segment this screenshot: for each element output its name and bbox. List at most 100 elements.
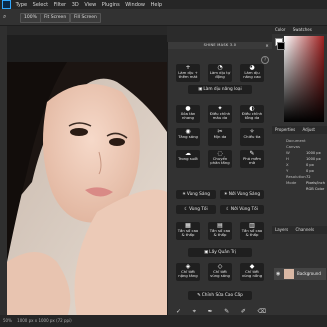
prop-value[interactable]: 72 Pixels/Inch (306, 174, 327, 186)
tile-min-da[interactable]: ✂ Mịn da (208, 128, 232, 146)
wide-button-chinh-sua-cao-cap[interactable]: ✎Chỉnh Sửa Cao Cấp (188, 291, 252, 300)
menu-item-select[interactable]: Select (33, 2, 48, 8)
layer-name[interactable]: Background (297, 268, 321, 280)
status-bar: 50% 1000 px x 1000 px (72 ppi) (0, 315, 327, 327)
tile-label: Chỉ tiết nặng tăng (178, 269, 198, 279)
tile-label: Làm dịu + thêm mát (178, 70, 198, 80)
menu-item-3d[interactable]: 3D (72, 2, 79, 8)
tile-label: Chuyển phân tầng (210, 156, 230, 166)
tab-channels[interactable]: Channels (293, 227, 318, 232)
tile-pha-mem-mo[interactable]: ✎ Phá mềm mờ (240, 150, 264, 168)
tile-label: Tần số cao & thấp (177, 228, 199, 238)
background-color-swatch[interactable] (277, 42, 285, 50)
menu-item-filter[interactable]: Filter (54, 2, 66, 8)
sun-plus-icon: ☀ (223, 192, 228, 197)
tile-label: Điều chỉnh màu da (209, 111, 231, 121)
properties-panel-header: Properties Adjust (272, 126, 327, 134)
tile-lam-diu-them-mat[interactable]: + Làm dịu + thêm mát (176, 64, 200, 82)
zoom-value-button[interactable]: 100% (20, 13, 41, 23)
color-panel-header: Color Swatches (272, 26, 327, 34)
tile-chieu-tia[interactable]: ✧ Chiếu tia (240, 128, 264, 146)
menu-bar: Type Select Filter 3D View Plugins Windo… (0, 0, 327, 9)
wide-button-label: Nới Vùng Tối (230, 207, 258, 212)
shine-mask-panel: SHINE MASK 3.0 ✕ ? + Làm dịu + thêm mát … (167, 42, 273, 327)
stack-icon: ▣ (204, 250, 209, 255)
tile-label: Tần số cao & thấp (241, 228, 263, 238)
wide-button-noi-vung-toi[interactable]: ☾Nới Vùng Tối (220, 205, 264, 214)
moon-plus-icon: ☾ (226, 207, 230, 212)
tab-layers[interactable]: Layers (272, 227, 291, 232)
status-doc-info: 1000 px x 1000 px (72 ppi) (17, 318, 72, 323)
tile-lam-diu-nang-cao[interactable]: ◕ Làm dịu nâng cao (240, 64, 264, 82)
tile-chi-tiet-1[interactable]: ◈ Chỉ tiết nặng tăng (176, 263, 200, 281)
menu-item-type[interactable]: Type (16, 2, 27, 8)
layers-icon: ▣ (198, 87, 203, 92)
layer-thumbnail (284, 269, 294, 279)
tab-adjust[interactable]: Adjust (300, 127, 319, 132)
tile-chi-tiet-3[interactable]: ◆ Chỉ tiết vùng nông (240, 263, 264, 281)
layer-row-background[interactable]: ◉ Background (274, 268, 326, 280)
tab-properties[interactable]: Properties (272, 127, 298, 132)
status-zoom[interactable]: 50% (3, 318, 12, 323)
layers-panel-header: Layers Channels (272, 226, 327, 234)
tile-xoa-tan-nhang[interactable]: ● Xóa tàn nhang (176, 105, 200, 123)
wide-button-vung-toi[interactable]: ☾Vùng Tối (176, 205, 216, 214)
fill-screen-button[interactable]: Fill Screen (70, 13, 101, 23)
tile-label: Xóa tàn nhang (180, 111, 196, 121)
wide-button-label: Vùng Sáng (186, 192, 210, 197)
tile-label: Điều chỉnh tông da (241, 111, 263, 121)
tile-lam-diu-tu-dong[interactable]: ◔ Làm dịu tự động (208, 64, 232, 82)
tile-dieu-chinh-tong-da[interactable]: ◐ Điều chỉnh tông da (240, 105, 264, 123)
menu-item-view[interactable]: View (84, 2, 96, 8)
help-icon[interactable]: ? (261, 56, 269, 64)
menu-item-help[interactable]: Help (151, 2, 162, 8)
tile-label: Chỉ tiết vùng nông (241, 269, 263, 279)
portrait-image (7, 62, 167, 317)
tile-dieu-chinh-mau-da[interactable]: ✦ Điều chỉnh màu da (208, 105, 232, 123)
photoshop-logo-icon (2, 0, 11, 9)
layers-panel: Layers Channels ◉ Background (272, 226, 327, 315)
tile-label: Tăng sáng (178, 134, 198, 139)
tab-swatches[interactable]: Swatches (290, 27, 315, 32)
prop-value[interactable]: RGB Color (306, 186, 327, 192)
properties-values: 1000 px 1000 px 0 px 0 px 72 Pixels/Inch… (306, 150, 327, 192)
color-panel: Color Swatches (272, 26, 327, 126)
panel-title: SHINE MASK 3.0 (203, 43, 237, 47)
tile-chi-tiet-2[interactable]: ◇ Chỉ tiết vùng sáng (208, 263, 232, 281)
wide-button-label: Chỉnh Sửa Cao Cấp (201, 293, 243, 298)
menu-item-plugins[interactable]: Plugins (102, 2, 120, 8)
document-tab-bar (7, 26, 167, 35)
tile-label: Làm dịu nâng cao (243, 70, 261, 80)
tile-tang-sang[interactable]: ◉ Tăng sáng (176, 128, 200, 146)
tile-label: Trong suốt (178, 156, 198, 161)
wide-button-label: Nới Vùng Sáng (228, 192, 261, 197)
properties-labels: Document Canvas W H X Y Resolution Mode (286, 138, 306, 186)
menu-item-window[interactable]: Window (125, 2, 145, 8)
tile-tan-so-1[interactable]: ▦ Tần số cao & thấp (176, 222, 200, 240)
tab-color[interactable]: Color (272, 27, 288, 32)
options-bar: ⌕ 100% Fit Screen Fill Screen (0, 9, 327, 26)
tile-label: Tần số cao & thấp (209, 228, 231, 238)
wide-button-lay-quan-tri[interactable]: ▣Lấy Quản Trị (188, 248, 252, 257)
wide-button-noi-vung-sang[interactable]: ☀Nới Vùng Sáng (220, 190, 264, 199)
tile-trong-suot[interactable]: ☁ Trong suốt (176, 150, 200, 168)
tile-tan-so-2[interactable]: ▤ Tần số cao & thấp (208, 222, 232, 240)
sun-icon: ☀ (182, 192, 186, 197)
color-picker-field[interactable] (284, 36, 324, 122)
properties-panel: Properties Adjust Document Canvas W H X … (272, 126, 327, 226)
fit-screen-button[interactable]: Fit Screen (40, 13, 71, 23)
portrait-photo (7, 62, 167, 317)
wide-button-label: Lấy Quản Trị (209, 250, 236, 255)
close-icon[interactable]: ✕ (265, 42, 269, 49)
wide-button-lam-diu-nang-loai[interactable]: ▣Làm dịu nâng loại (188, 85, 252, 94)
zoom-tool-icon[interactable]: ⌕ (3, 13, 6, 21)
tile-label: Mịn da (213, 134, 227, 139)
tile-label: Phá mềm mờ (243, 156, 261, 166)
eye-icon[interactable]: ◉ (276, 271, 280, 277)
wide-button-vung-sang[interactable]: ☀Vùng Sáng (176, 190, 216, 199)
wide-button-label: Làm dịu nâng loại (203, 87, 242, 92)
edit-icon: ✎ (197, 293, 201, 298)
tile-chuyen-phan-tang[interactable]: ◌ Chuyển phân tầng (208, 150, 232, 168)
tile-tan-so-3[interactable]: ▥ Tần số cao & thấp (240, 222, 264, 240)
wide-button-label: Vùng Tối (189, 207, 208, 212)
